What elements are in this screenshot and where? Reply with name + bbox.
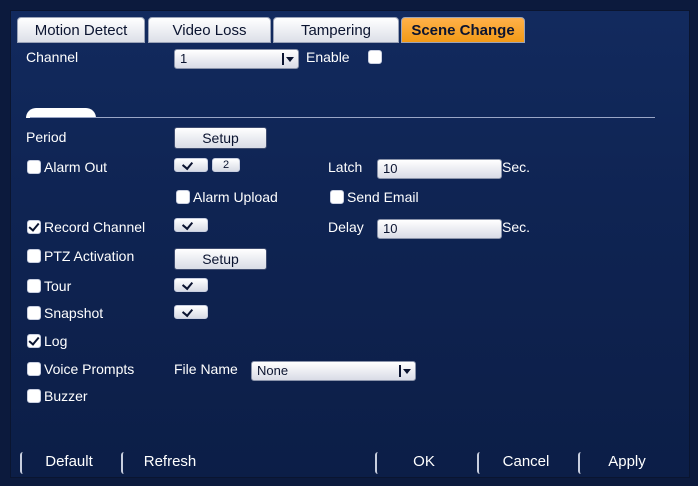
snapshot-label: Snapshot (44, 305, 104, 321)
file-name-value: None (257, 363, 289, 378)
delay-input[interactable]: 10 (377, 219, 502, 239)
log-label: Log (44, 333, 68, 349)
latch-input[interactable]: 10 (377, 159, 502, 179)
alarm-upload-label: Alarm Upload (193, 189, 278, 205)
period-setup-button[interactable]: Setup (174, 127, 267, 149)
tab-tampering[interactable]: Tampering (273, 17, 399, 43)
apply-button[interactable]: Apply (578, 452, 674, 474)
record-channel-checkbox[interactable] (27, 220, 41, 234)
buzzer-checkbox[interactable] (27, 389, 41, 403)
record-channel-selector[interactable] (174, 218, 208, 232)
delay-unit: Sec. (502, 219, 531, 235)
snapshot-checkbox[interactable] (27, 306, 41, 320)
file-name-label: File Name (174, 361, 238, 377)
buzzer-label: Buzzer (44, 388, 88, 404)
channel-dropdown[interactable]: 1 (174, 49, 299, 69)
channel-label: Channel (26, 49, 79, 65)
tour-checkbox[interactable] (27, 279, 41, 293)
tour-label: Tour (44, 278, 72, 294)
send-email-label: Send Email (347, 189, 419, 205)
ok-button[interactable]: OK (375, 452, 471, 474)
record-channel-label: Record Channel (44, 219, 146, 235)
alarm-out-label: Alarm Out (44, 159, 108, 175)
latch-label: Latch (328, 159, 363, 175)
alarm-out-checkbox[interactable] (27, 160, 41, 174)
tab-motion-detect[interactable]: Motion Detect (17, 17, 145, 43)
snapshot-selector[interactable] (174, 305, 208, 319)
log-checkbox[interactable] (27, 334, 41, 348)
ptz-activation-label: PTZ Activation (44, 248, 135, 264)
enable-label: Enable (306, 49, 350, 65)
ptz-activation-checkbox[interactable] (27, 249, 41, 263)
section-divider (30, 117, 655, 118)
tab-scene-change[interactable]: Scene Change (401, 17, 525, 43)
period-label: Period (26, 129, 67, 145)
voice-prompts-checkbox[interactable] (27, 362, 41, 376)
alarm-upload-checkbox[interactable] (176, 190, 190, 204)
alarm-out-channel-selector[interactable] (174, 158, 208, 172)
channel-value: 1 (180, 51, 188, 66)
tab-video-loss[interactable]: Video Loss (148, 17, 271, 43)
send-email-checkbox[interactable] (330, 190, 344, 204)
file-name-dropdown[interactable]: None (251, 361, 416, 381)
chevron-down-icon (399, 365, 411, 377)
delay-label: Delay (328, 219, 364, 235)
dialog-frame (10, 10, 690, 478)
enable-checkbox[interactable] (368, 50, 382, 64)
voice-prompts-label: Voice Prompts (44, 361, 135, 377)
alarm-out-number[interactable]: 2 (212, 158, 240, 172)
cancel-button[interactable]: Cancel (477, 452, 573, 474)
default-button[interactable]: Default (20, 452, 116, 474)
chevron-down-icon (282, 53, 294, 65)
refresh-button[interactable]: Refresh (121, 452, 217, 474)
ptz-setup-button[interactable]: Setup (174, 248, 267, 270)
latch-unit: Sec. (502, 159, 531, 175)
tour-selector[interactable] (174, 278, 208, 292)
